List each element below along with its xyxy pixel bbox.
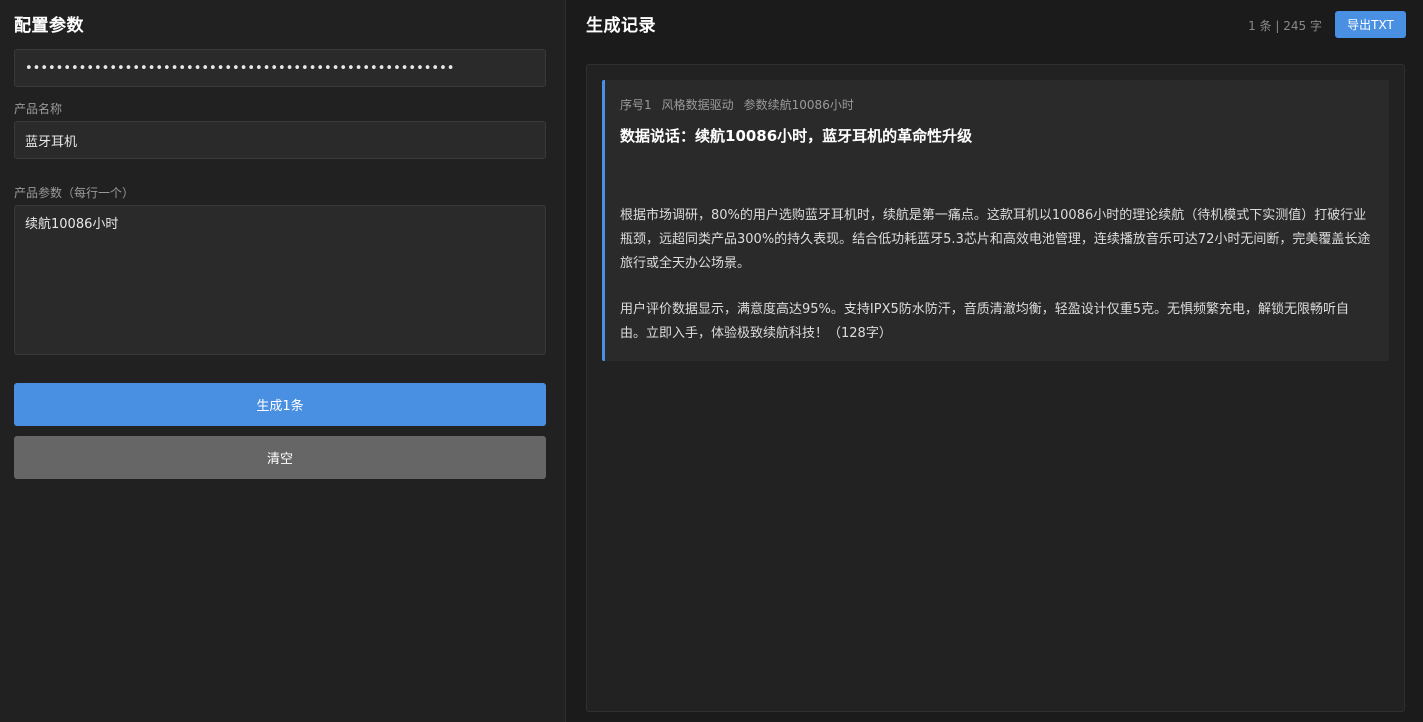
record-paragraph-2: 用户评价数据显示，满意度高达95%。支持IPX5防水防汗，音质清澈均衡，轻盈设计… [620,302,1350,341]
config-panel: 配置参数 产品名称 产品参数（每行一个） 续航10086小时 生成1条 清空 [0,0,566,722]
app-window: 配置参数 产品名称 产品参数（每行一个） 续航10086小时 生成1条 清空 生… [0,0,1423,722]
config-panel-title: 配置参数 [14,16,84,36]
record-card: 序号1 风格数据驱动 参数续航10086小时 数据说话：续航10086小时，蓝牙… [602,80,1389,361]
record-param: 参数续航10086小时 [743,98,854,112]
record-title: 数据说话：续航10086小时，蓝牙耳机的革命性升级 [620,127,973,145]
records-list[interactable]: 序号1 风格数据驱动 参数续航10086小时 数据说话：续航10086小时，蓝牙… [586,64,1405,712]
record-style: 风格数据驱动 [661,98,734,112]
clear-button[interactable]: 清空 [14,436,546,479]
export-txt-button[interactable]: 导出TXT [1335,11,1406,38]
product-name-input[interactable] [14,121,546,159]
records-panel: 生成记录 1 条 | 245 字 导出TXT 序号1 风格数据驱动 参数续航10… [566,0,1423,722]
records-stats: 1 条 | 245 字 [1248,19,1322,33]
record-meta: 序号1 风格数据驱动 参数续航10086小时 [620,96,1375,113]
record-paragraph-1: 根据市场调研，80%的用户选购蓝牙耳机时，续航是第一痛点。这款耳机以10086小… [620,208,1371,271]
product-name-label: 产品名称 [14,102,63,116]
record-index: 序号1 [620,98,652,112]
api-key-input[interactable] [14,49,546,87]
records-panel-title: 生成记录 [586,16,656,36]
generate-button[interactable]: 生成1条 [14,383,546,426]
record-body: 根据市场调研，80%的用户选购蓝牙耳机时，续航是第一痛点。这款耳机以10086小… [620,204,1375,346]
product-params-label: 产品参数（每行一个） [14,186,135,200]
product-params-textarea[interactable]: 续航10086小时 [14,205,546,355]
